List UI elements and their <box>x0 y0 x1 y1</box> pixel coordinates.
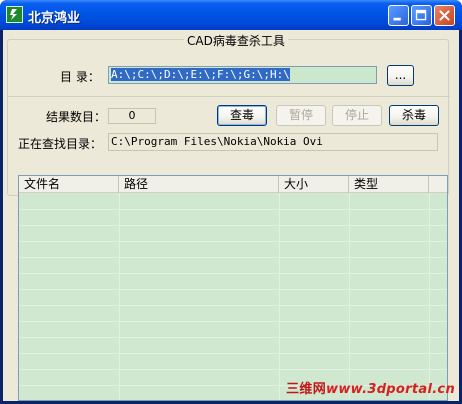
grid-row-line <box>19 353 447 354</box>
searching-label: 正在查找目录： <box>18 137 103 151</box>
column-header-type[interactable]: 类型 <box>349 176 429 193</box>
grid-column-line <box>429 193 430 400</box>
results-header: 文件名 路径 大小 类型 <box>19 176 447 193</box>
results-rows <box>19 193 447 400</box>
site-watermark: 三维网www.3dportal.cn <box>286 382 455 397</box>
stop-button[interactable]: 停止 <box>332 105 382 126</box>
grid-row-line <box>19 305 447 306</box>
close-button[interactable] <box>434 5 455 26</box>
grid-column-line <box>119 193 120 400</box>
grid-row-line <box>19 225 447 226</box>
scan-button[interactable]: 查毒 <box>217 105 267 126</box>
grid-row-line <box>19 209 447 210</box>
app-logo-icon <box>6 6 23 23</box>
group-title: CAD病毒查杀工具 <box>184 32 288 49</box>
kill-button[interactable]: 杀毒 <box>389 105 439 126</box>
grid-column-line <box>349 193 350 400</box>
window-title: 北京鸿业 <box>28 11 81 26</box>
column-header-filename[interactable]: 文件名 <box>19 176 119 193</box>
result-count-field: 0 <box>108 108 156 124</box>
minimize-icon <box>393 17 401 21</box>
grid-row-line <box>19 241 447 242</box>
browse-button[interactable]: ... <box>387 65 414 86</box>
grid-row-line <box>19 289 447 290</box>
column-header-size[interactable]: 大小 <box>279 176 349 193</box>
maximize-button[interactable] <box>411 5 432 26</box>
searching-path-field: C:\Program Files\Nokia\Nokia Ovi <box>108 133 438 151</box>
close-icon <box>439 10 450 21</box>
group-divider <box>8 96 450 97</box>
minimize-button[interactable] <box>388 5 409 26</box>
title-bar[interactable]: 北京鸿业 <box>0 0 462 30</box>
grid-row-line <box>19 257 447 258</box>
grid-column-line <box>279 193 280 400</box>
directory-label: 目 录： <box>60 70 100 84</box>
pause-button[interactable]: 暂停 <box>276 105 326 126</box>
tool-group: CAD病毒查杀工具 目 录： A:\;C:\;D:\;E:\;F:\;G:\;H… <box>7 32 450 196</box>
results-list[interactable]: 文件名 路径 大小 类型 <box>18 175 448 401</box>
grid-row-line <box>19 321 447 322</box>
grid-row-line <box>19 273 447 274</box>
maximize-icon <box>415 9 427 21</box>
grid-row-line <box>19 369 447 370</box>
column-header-path[interactable]: 路径 <box>119 176 279 193</box>
directory-input[interactable]: A:\;C:\;D:\;E:\;F:\;G:\;H:\ <box>108 66 377 84</box>
grid-row-line <box>19 337 447 338</box>
result-count-label: 结果数目： <box>46 110 107 124</box>
client-area: CAD病毒查杀工具 目 录： A:\;C:\;D:\;E:\;F:\;G:\;H… <box>3 30 459 401</box>
app-window: 北京鸿业 CAD病毒查杀工具 目 录： A:\;C:\;D:\;E:\;F:\;… <box>0 0 462 404</box>
directory-value: A:\;C:\;D:\;E:\;F:\;G:\;H:\ <box>111 68 290 81</box>
